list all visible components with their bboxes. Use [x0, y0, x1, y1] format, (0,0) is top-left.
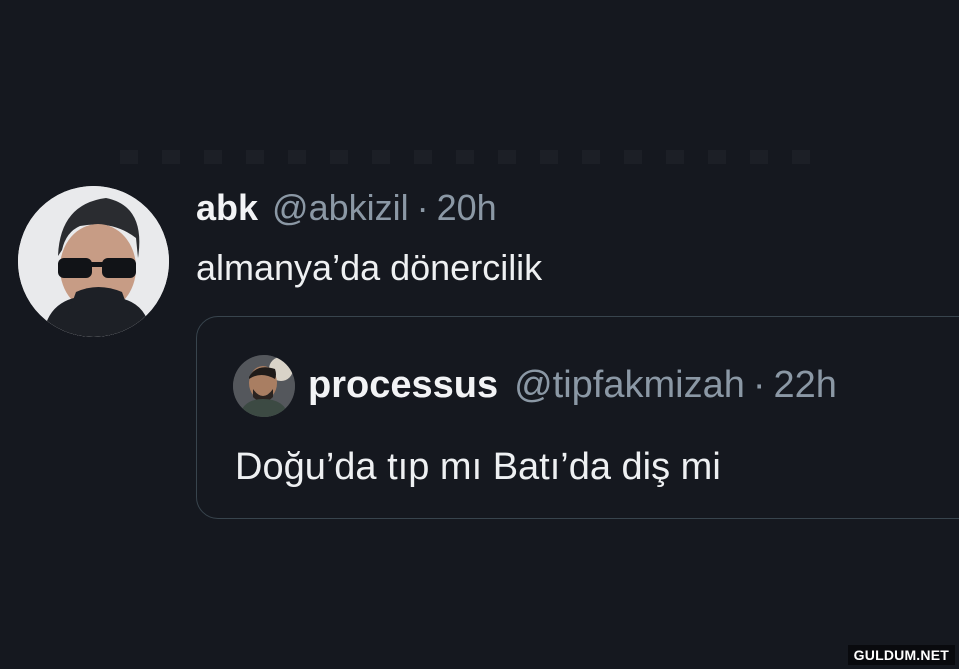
author-avatar[interactable]: [18, 186, 169, 337]
watermark-label: GULDUM.NET: [847, 645, 955, 665]
tweet-text: almanya’da dönercilik: [196, 247, 543, 288]
quoted-author-name[interactable]: processus: [308, 362, 498, 408]
tweet-header: abk @abkizil · 20h: [196, 186, 497, 230]
author-name[interactable]: abk: [196, 186, 258, 230]
user-avatar-icon: [18, 186, 169, 337]
author-handle[interactable]: @abkizil: [272, 186, 409, 230]
quoted-author-handle[interactable]: @tipfakmizah: [514, 362, 745, 408]
header-separator: ·: [416, 187, 429, 228]
quoted-header-separator: ·: [752, 364, 766, 406]
tweet: abk @abkizil · 20h almanya’da dönercilik…: [0, 0, 959, 669]
quoted-tweet-text: Doğu’da tıp mı Batı’da diş mi: [235, 446, 721, 488]
tweet-time[interactable]: 20h: [437, 186, 497, 230]
quoted-tweet-header: processus @tipfakmizah · 22h: [308, 362, 837, 408]
user-avatar-icon: [233, 355, 295, 417]
quoted-tweet-time[interactable]: 22h: [774, 362, 837, 408]
quoted-author-avatar[interactable]: [233, 355, 295, 417]
